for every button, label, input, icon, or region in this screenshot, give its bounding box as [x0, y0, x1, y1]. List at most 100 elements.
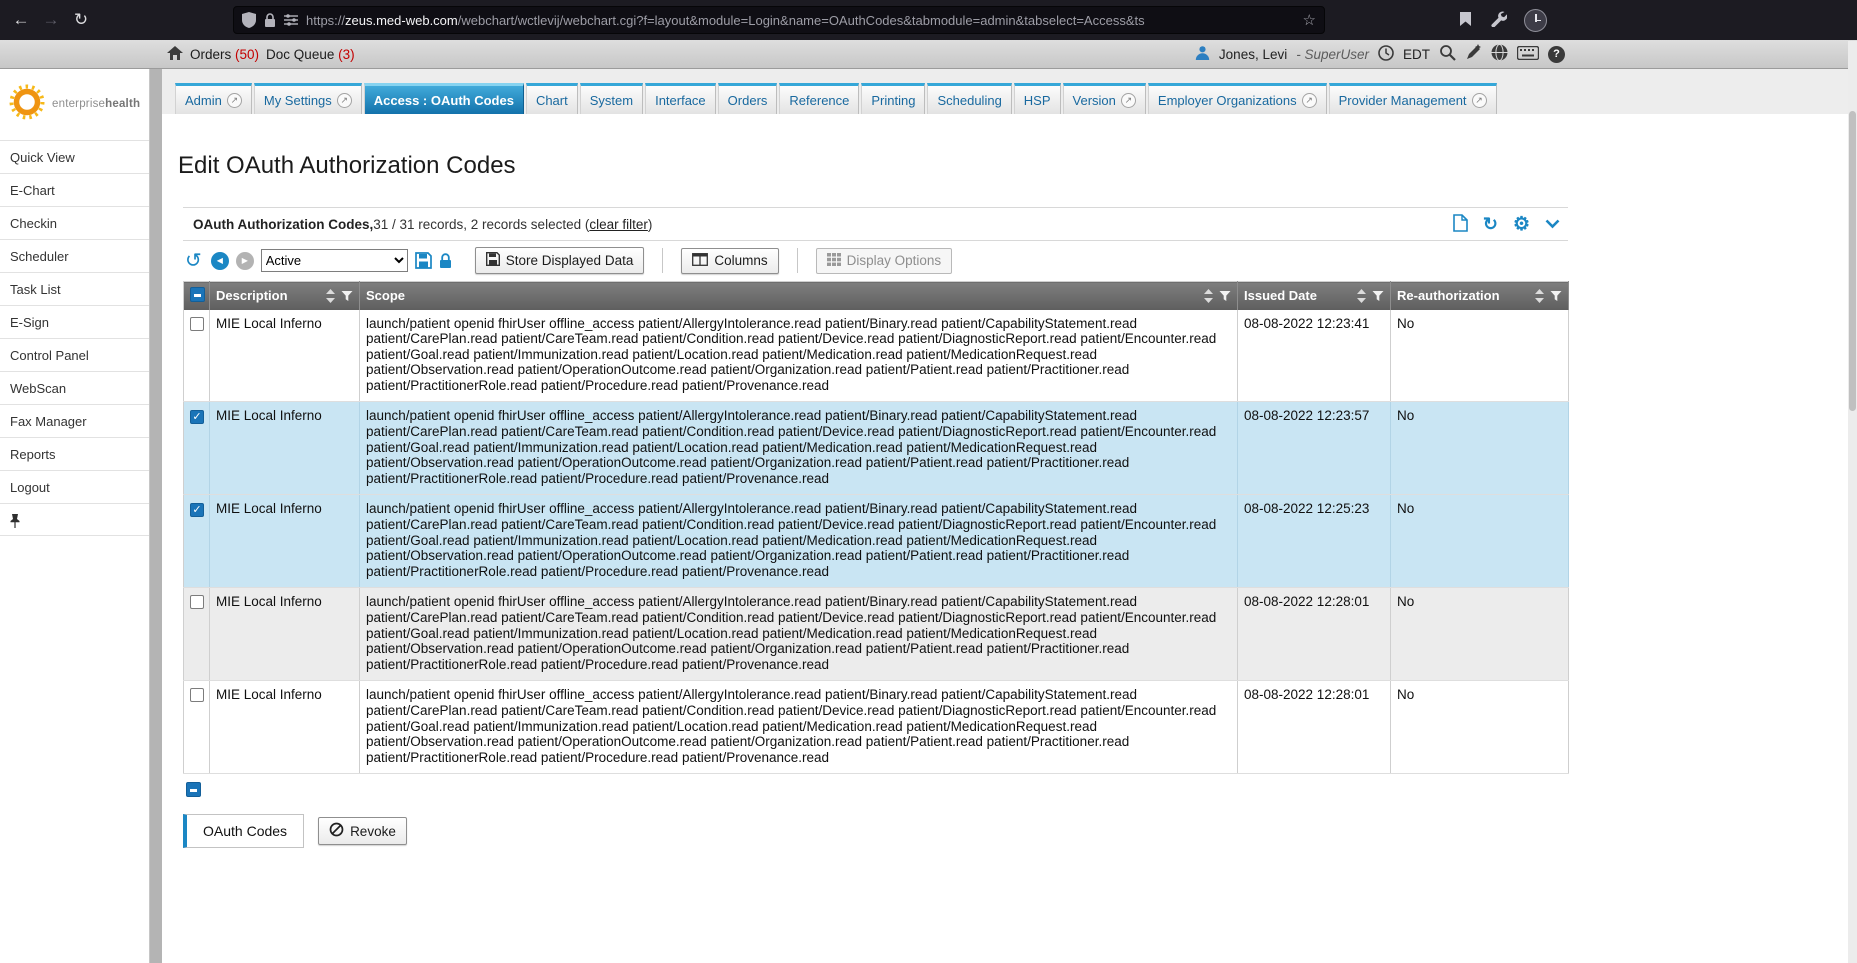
row-checkbox[interactable] [190, 688, 204, 702]
popout-icon[interactable]: ↗ [227, 93, 242, 108]
url-bar[interactable]: https://zeus.med-web.com/webchart/wctlev… [233, 6, 1325, 34]
bookmark-star-icon[interactable]: ☆ [1303, 11, 1316, 29]
popout-icon[interactable]: ↗ [1302, 93, 1317, 108]
row-checkbox[interactable] [190, 595, 204, 609]
refresh-icon[interactable]: ↻ [1483, 214, 1498, 235]
lock-filter-icon[interactable] [439, 253, 452, 269]
popout-icon[interactable]: ↗ [1472, 93, 1487, 108]
help-icon[interactable]: ? [1548, 46, 1565, 63]
collapse-chevron-icon[interactable] [1545, 217, 1560, 232]
tab-version[interactable]: Version↗ [1063, 83, 1146, 114]
pocket-icon[interactable] [1458, 11, 1473, 30]
pin-icon[interactable] [9, 516, 21, 531]
tab-admin[interactable]: Admin↗ [175, 83, 252, 114]
sidebar-item-task-list[interactable]: Task List [0, 273, 149, 306]
vertical-scrollbar[interactable] [1848, 41, 1857, 963]
clock-avatar-icon[interactable] [1524, 9, 1547, 32]
tab-reference[interactable]: Reference [779, 83, 859, 114]
table-row[interactable]: MIE Local Inferno launch/patient openid … [184, 402, 1569, 495]
column-header-scope[interactable]: Scope [360, 282, 1238, 310]
settings-gear-icon[interactable]: ⚙ [1513, 213, 1530, 236]
undo-icon[interactable]: ↺ [185, 252, 202, 270]
shield-icon[interactable] [242, 12, 256, 28]
popout-icon[interactable]: ↗ [337, 93, 352, 108]
browser-back-icon[interactable]: ← [6, 10, 36, 30]
display-options-button[interactable]: Display Options [816, 248, 953, 274]
search-icon[interactable] [1439, 44, 1456, 64]
timezone-label[interactable]: EDT [1403, 47, 1430, 62]
lock-icon[interactable] [264, 13, 276, 28]
column-header-issued-date[interactable]: Issued Date [1238, 282, 1391, 310]
next-page-icon[interactable]: ▶ [236, 252, 254, 270]
tab-label: Scheduling [937, 93, 1001, 108]
select-all-header[interactable] [184, 282, 210, 310]
sidebar-item-webscan[interactable]: WebScan [0, 372, 149, 405]
scrollbar-thumb[interactable] [1849, 111, 1856, 411]
sidebar-item-e-chart[interactable]: E-Chart [0, 174, 149, 207]
sort-icon[interactable] [1204, 289, 1213, 303]
tab-my-settings[interactable]: My Settings ↗ [254, 83, 362, 114]
columns-button[interactable]: Columns [681, 248, 778, 274]
browser-refresh-icon[interactable]: ↻ [66, 10, 96, 30]
tab-label: My Settings [264, 93, 332, 108]
table-row[interactable]: MIE Local Inferno launch/patient openid … [184, 681, 1569, 774]
prev-page-icon[interactable]: ◀ [211, 252, 229, 270]
tab-provider-management[interactable]: Provider Management↗ [1329, 83, 1497, 114]
browser-forward-icon[interactable]: → [36, 10, 66, 30]
tab-access-oauth-codes[interactable]: Access : OAuth Codes [364, 83, 524, 114]
select-all-checkbox[interactable] [190, 287, 205, 302]
description-cell: MIE Local Inferno [210, 310, 360, 402]
column-header-description[interactable]: Description [210, 282, 360, 310]
tab-oauth-codes[interactable]: OAuth Codes [183, 814, 304, 848]
revoke-button[interactable]: Revoke [318, 817, 407, 845]
permissions-tune-icon[interactable] [284, 14, 298, 26]
keyboard-icon[interactable] [1517, 46, 1539, 63]
row-checkbox[interactable] [190, 503, 204, 517]
filter-funnel-icon[interactable] [1219, 290, 1231, 302]
table-row[interactable]: MIE Local Inferno launch/patient openid … [184, 310, 1569, 402]
sidebar-item-checkin[interactable]: Checkin [0, 207, 149, 240]
sidebar-item-fax-manager[interactable]: Fax Manager [0, 405, 149, 438]
orders-link[interactable]: Orders (50) [190, 47, 259, 62]
orders-count: (50) [235, 47, 259, 62]
table-row[interactable]: MIE Local Inferno launch/patient openid … [184, 588, 1569, 681]
tab-scheduling[interactable]: Scheduling [927, 83, 1011, 114]
tab-system[interactable]: System [580, 83, 643, 114]
row-checkbox[interactable] [190, 317, 204, 331]
filter-funnel-icon[interactable] [341, 290, 353, 302]
saved-filter-select[interactable]: Active [261, 249, 408, 272]
sidebar-item-e-sign[interactable]: E-Sign [0, 306, 149, 339]
tab-orders[interactable]: Orders [718, 83, 778, 114]
sidebar-item-quick-view[interactable]: Quick View [0, 141, 149, 174]
sort-icon[interactable] [326, 289, 335, 303]
tab-interface[interactable]: Interface [645, 83, 716, 114]
row-checkbox[interactable] [190, 410, 204, 424]
export-document-icon[interactable] [1453, 214, 1468, 235]
tab-chart[interactable]: Chart [526, 83, 578, 114]
select-all-footer-checkbox[interactable] [186, 782, 201, 797]
filter-funnel-icon[interactable] [1372, 290, 1384, 302]
tab-printing[interactable]: Printing [861, 83, 925, 114]
tab-hsp[interactable]: HSP [1014, 83, 1061, 114]
user-name[interactable]: Jones, Levi [1219, 47, 1287, 62]
sidebar-item-scheduler[interactable]: Scheduler [0, 240, 149, 273]
sidebar-item-control-panel[interactable]: Control Panel [0, 339, 149, 372]
sort-icon[interactable] [1535, 289, 1544, 303]
column-header-re-authorization[interactable]: Re-authorization [1391, 282, 1569, 310]
store-displayed-data-button[interactable]: Store Displayed Data [475, 247, 645, 274]
tab-employer-organizations[interactable]: Employer Organizations↗ [1148, 83, 1327, 114]
clear-filter-link[interactable]: clear filter [589, 217, 648, 232]
sidebar-item-reports[interactable]: Reports [0, 438, 149, 471]
table-row[interactable]: MIE Local Inferno launch/patient openid … [184, 495, 1569, 588]
doc-queue-link[interactable]: Doc Queue (3) [266, 47, 355, 62]
popout-icon[interactable]: ↗ [1121, 93, 1136, 108]
sidebar-item-logout[interactable]: Logout [0, 471, 149, 504]
column-label: Scope [366, 288, 405, 303]
filter-funnel-icon[interactable] [1550, 290, 1562, 302]
globe-icon[interactable] [1491, 44, 1508, 64]
wrench-icon[interactable] [1490, 10, 1507, 30]
save-filter-icon[interactable] [415, 252, 432, 269]
sort-icon[interactable] [1357, 289, 1366, 303]
home-icon[interactable] [167, 46, 183, 63]
edit-wand-icon[interactable] [1465, 44, 1482, 64]
